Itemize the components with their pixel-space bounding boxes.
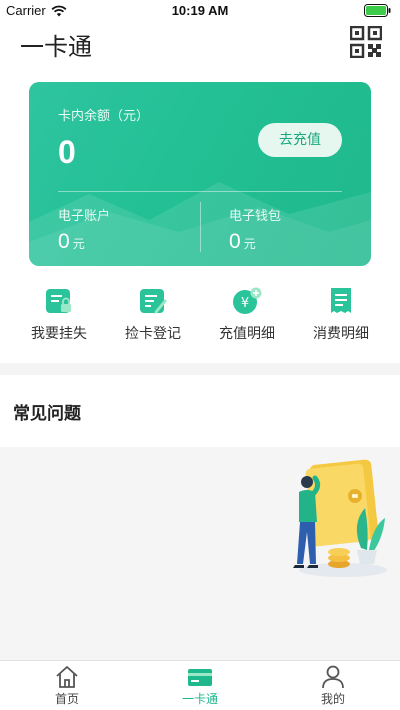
consumption-detail-icon <box>331 288 351 313</box>
action-recharge-detail-label: 充值明细 <box>219 326 275 342</box>
tab-profile[interactable]: 我的 <box>266 661 400 710</box>
card-vertical-divider <box>200 202 201 252</box>
action-consumption-detail[interactable]: 消费明细 <box>291 282 391 352</box>
header: 一卡通 <box>0 22 400 68</box>
action-report-loss-label: 我要挂失 <box>31 326 87 342</box>
quick-actions: 我要挂失 捡卡登记 ¥ 充值明细 消费明细 <box>0 282 400 352</box>
status-bar: Carrier 10:19 AM <box>0 0 400 22</box>
action-recharge-detail[interactable]: ¥ 充值明细 <box>197 282 297 352</box>
recharge-button[interactable]: 去充值 <box>258 123 342 157</box>
profile-icon <box>322 665 344 689</box>
electronic-wallet-label: 电子钱包 <box>229 209 282 224</box>
electronic-account-amount: 0 <box>58 230 70 253</box>
electronic-account-unit: 元 <box>72 237 85 251</box>
recharge-detail-icon: ¥ <box>233 287 262 314</box>
qr-code-icon[interactable] <box>350 26 382 58</box>
action-report-loss[interactable]: 我要挂失 <box>9 282 109 352</box>
home-icon <box>56 666 78 688</box>
tab-card[interactable]: 一卡通 <box>133 661 267 710</box>
electronic-account-label: 电子账户 <box>58 209 111 224</box>
balance-value: 0 <box>58 134 76 170</box>
battery-icon <box>364 4 391 17</box>
status-right <box>364 4 392 17</box>
report-loss-icon <box>46 289 71 313</box>
electronic-wallet-amount: 0 <box>229 230 241 253</box>
card-icon <box>188 669 212 686</box>
electronic-account-value: 0元 <box>58 230 110 254</box>
balance-label: 卡内余额（元） <box>58 109 150 124</box>
status-time: 10:19 AM <box>171 3 229 18</box>
section-divider <box>0 363 400 375</box>
balance-card: 卡内余额（元） 0 去充值 电子账户 0元 电子钱包 0元 <box>29 82 371 266</box>
tab-home-label: 首页 <box>54 692 79 706</box>
tab-bar: 首页 一卡通 我的 <box>0 660 400 710</box>
electronic-wallet: 电子钱包 0元 <box>229 205 281 254</box>
person-with-card-illustration <box>293 459 387 577</box>
tab-home[interactable]: 首页 <box>0 661 134 710</box>
card-divider <box>58 191 342 192</box>
action-found-card[interactable]: 捡卡登记 <box>103 282 203 352</box>
action-found-card-label: 捡卡登记 <box>125 326 181 342</box>
tab-profile-label: 我的 <box>320 692 345 706</box>
action-consumption-detail-label: 消费明细 <box>313 326 369 342</box>
svg-text:¥: ¥ <box>241 296 249 311</box>
electronic-wallet-value: 0元 <box>229 230 281 254</box>
found-card-icon <box>140 289 167 314</box>
tab-card-label: 一卡通 <box>181 692 218 706</box>
electronic-account: 电子账户 0元 <box>58 205 110 254</box>
electronic-wallet-unit: 元 <box>243 237 256 251</box>
faq-title: 常见问题 <box>13 404 81 424</box>
page-title: 一卡通 <box>20 33 92 61</box>
